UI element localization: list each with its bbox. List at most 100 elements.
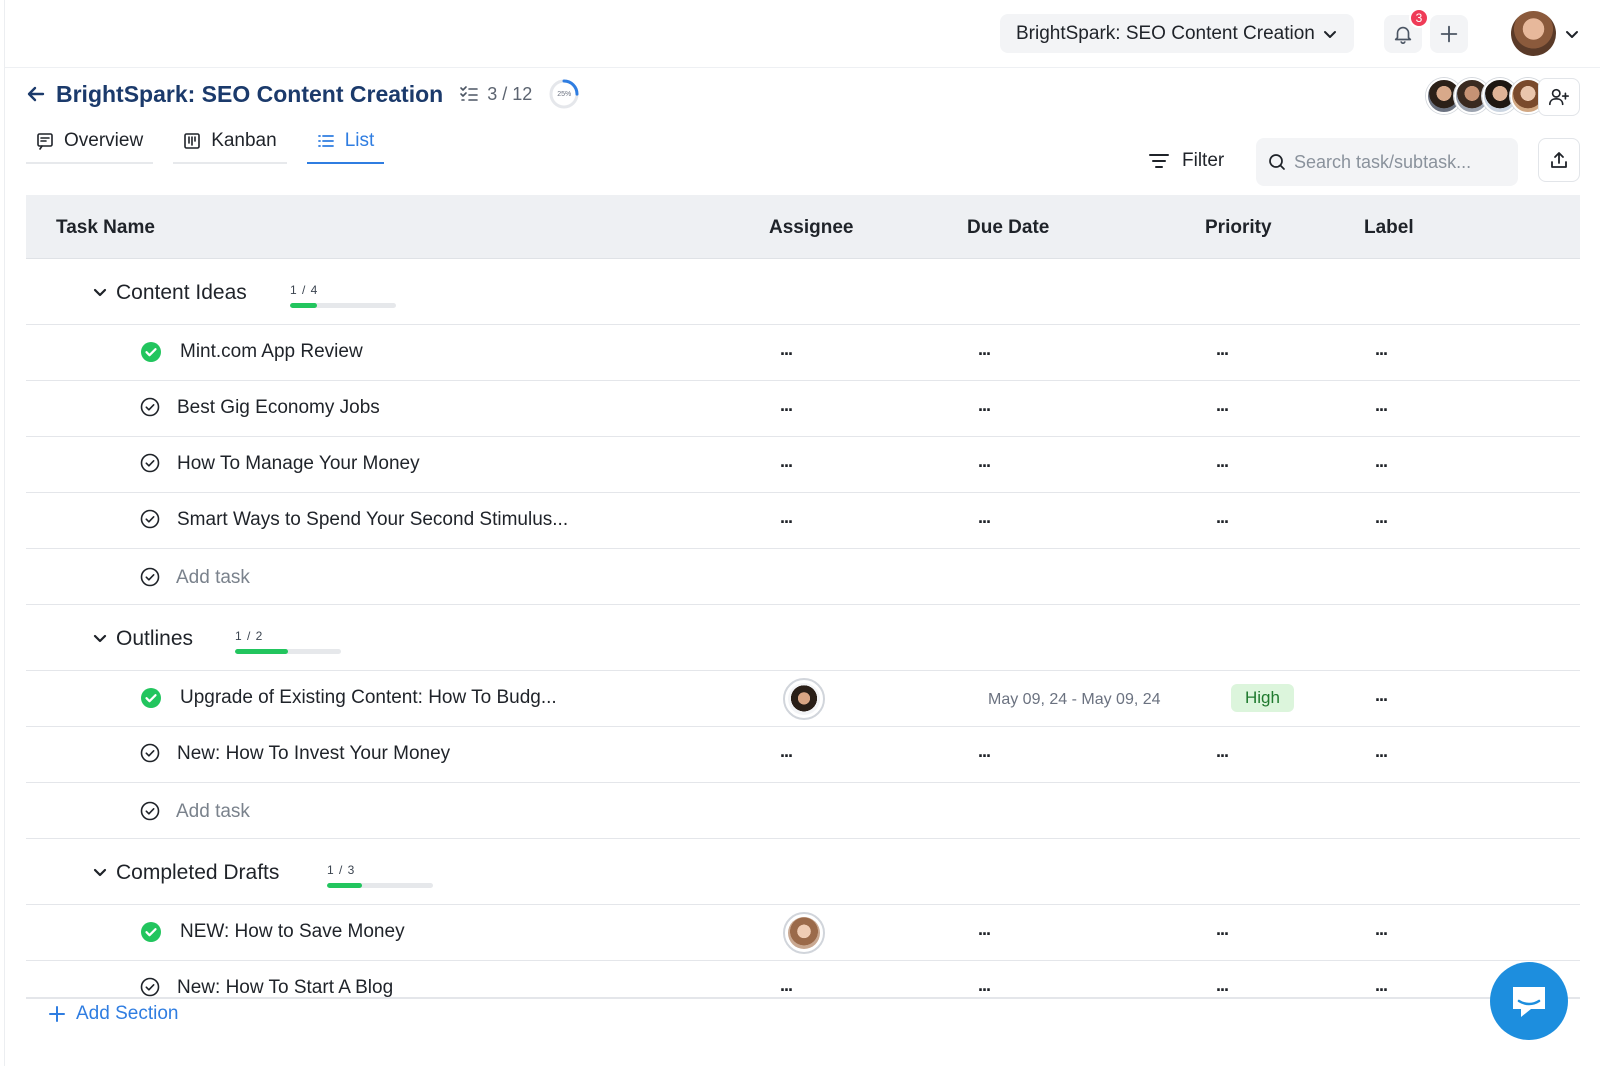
tab-overview-label: Overview	[64, 130, 144, 151]
due-date-placeholder[interactable]: ...	[978, 507, 991, 528]
checklist-icon	[459, 84, 479, 104]
chat-button[interactable]	[1490, 962, 1568, 1040]
chevron-down-icon	[1564, 26, 1580, 42]
label-placeholder[interactable]: ...	[1375, 919, 1388, 940]
section-progress-bar	[327, 883, 433, 888]
label-placeholder[interactable]: ...	[1375, 339, 1388, 360]
incomplete-check-icon[interactable]	[140, 977, 160, 997]
due-date-placeholder[interactable]: ...	[978, 339, 991, 360]
user-plus-icon	[1548, 86, 1570, 108]
incomplete-check-icon[interactable]	[140, 453, 160, 479]
tab-kanban[interactable]: Kanban	[173, 126, 287, 164]
profile-menu[interactable]	[1511, 11, 1580, 56]
export-button[interactable]	[1538, 138, 1580, 182]
completed-check-icon[interactable]	[140, 921, 162, 949]
assignee-placeholder[interactable]: ...	[780, 507, 793, 528]
priority-badge[interactable]: High	[1231, 684, 1294, 712]
label-placeholder[interactable]: ...	[1375, 507, 1388, 528]
priority-placeholder[interactable]: ...	[1216, 339, 1229, 360]
add-section-button[interactable]: Add Section	[48, 1003, 178, 1025]
task-name[interactable]: Mint.com App Review	[180, 341, 363, 363]
section-progress-count: 1 / 2	[235, 629, 264, 643]
task-name[interactable]: Smart Ways to Spend Your Second Stimulus…	[177, 509, 568, 531]
assignee-placeholder[interactable]: ...	[780, 741, 793, 762]
add-member-button[interactable]	[1538, 78, 1580, 116]
due-date-placeholder[interactable]: ...	[978, 395, 991, 416]
label-placeholder[interactable]: ...	[1375, 975, 1388, 996]
incomplete-check-icon[interactable]	[140, 743, 160, 769]
incomplete-check-icon	[140, 567, 160, 592]
task-row[interactable]: NEW: How to Save Money.........	[26, 905, 1580, 961]
due-date-placeholder[interactable]: ...	[978, 741, 991, 762]
add-task-row[interactable]: Add task	[26, 783, 1580, 839]
task-row[interactable]: New: How To Invest Your Money...........…	[26, 727, 1580, 783]
task-row[interactable]: How To Manage Your Money............	[26, 437, 1580, 493]
incomplete-check-icon	[140, 801, 160, 826]
column-header-task-name[interactable]: Task Name	[56, 217, 155, 239]
section-name[interactable]: Outlines	[116, 627, 193, 651]
filter-button[interactable]: Filter	[1148, 150, 1224, 172]
tab-list[interactable]: List	[306, 126, 385, 164]
task-count: 3 / 12	[459, 84, 532, 105]
create-button[interactable]	[1430, 15, 1468, 53]
assignee-placeholder[interactable]: ...	[780, 339, 793, 360]
due-date-placeholder[interactable]: ...	[978, 975, 991, 996]
due-date-placeholder[interactable]: ...	[978, 919, 991, 940]
priority-placeholder[interactable]: ...	[1216, 451, 1229, 472]
task-name[interactable]: Upgrade of Existing Content: How To Budg…	[180, 687, 557, 709]
tab-overview[interactable]: Overview	[26, 126, 154, 164]
task-row[interactable]: Best Gig Economy Jobs............	[26, 381, 1580, 437]
completed-check-icon[interactable]	[140, 687, 162, 715]
task-row[interactable]: Upgrade of Existing Content: How To Budg…	[26, 671, 1580, 727]
project-selector[interactable]: BrightSpark: SEO Content Creation	[1000, 14, 1354, 53]
label-placeholder[interactable]: ...	[1375, 741, 1388, 762]
section-name[interactable]: Completed Drafts	[116, 861, 279, 885]
column-header-due-date[interactable]: Due Date	[967, 217, 1049, 239]
search-box	[1256, 138, 1518, 186]
assignee-placeholder[interactable]: ...	[780, 975, 793, 996]
label-placeholder[interactable]: ...	[1375, 395, 1388, 416]
priority-placeholder[interactable]: ...	[1216, 395, 1229, 416]
overview-icon	[36, 132, 54, 150]
task-name[interactable]: How To Manage Your Money	[177, 453, 420, 475]
priority-placeholder[interactable]: ...	[1216, 975, 1229, 996]
add-task-label: Add task	[176, 567, 250, 588]
due-date[interactable]: May 09, 24 - May 09, 24	[988, 691, 1161, 709]
incomplete-check-icon[interactable]	[140, 397, 160, 423]
task-name[interactable]: New: How To Start A Blog	[177, 977, 393, 997]
assignee-placeholder[interactable]: ...	[780, 395, 793, 416]
search-input[interactable]	[1294, 151, 1494, 173]
add-task-row[interactable]: Add task	[26, 549, 1580, 605]
task-name[interactable]: New: How To Invest Your Money	[177, 743, 450, 765]
assignee-avatar[interactable]	[783, 912, 825, 954]
column-header-label[interactable]: Label	[1364, 217, 1414, 239]
back-arrow-icon[interactable]	[26, 84, 46, 104]
project-members[interactable]	[1426, 78, 1546, 114]
label-placeholder[interactable]: ...	[1375, 451, 1388, 472]
notification-badge: 3	[1409, 8, 1429, 28]
chevron-down-icon[interactable]	[92, 284, 108, 305]
assignee-avatar[interactable]	[783, 678, 825, 720]
column-header-assignee[interactable]: Assignee	[769, 217, 853, 239]
incomplete-check-icon[interactable]	[140, 509, 160, 535]
task-name[interactable]: NEW: How to Save Money	[180, 921, 405, 943]
label-placeholder[interactable]: ...	[1375, 685, 1388, 706]
completed-check-icon[interactable]	[140, 341, 162, 369]
section-progress-fill	[235, 649, 288, 654]
assignee-placeholder[interactable]: ...	[780, 451, 793, 472]
priority-placeholder[interactable]: ...	[1216, 919, 1229, 940]
chevron-down-icon[interactable]	[92, 630, 108, 651]
column-header-priority[interactable]: Priority	[1205, 217, 1272, 239]
due-date-placeholder[interactable]: ...	[978, 451, 991, 472]
chevron-down-icon[interactable]	[92, 864, 108, 885]
search-icon	[1268, 153, 1286, 171]
priority-placeholder[interactable]: ...	[1216, 507, 1229, 528]
section-header: Content Ideas 1 / 4	[26, 259, 1580, 325]
task-row[interactable]: New: How To Start A Blog............	[26, 961, 1580, 997]
section-name[interactable]: Content Ideas	[116, 281, 247, 305]
task-row[interactable]: Mint.com App Review............	[26, 325, 1580, 381]
priority-placeholder[interactable]: ...	[1216, 741, 1229, 762]
task-row[interactable]: Smart Ways to Spend Your Second Stimulus…	[26, 493, 1580, 549]
task-name[interactable]: Best Gig Economy Jobs	[177, 397, 380, 419]
upload-icon	[1549, 150, 1569, 170]
